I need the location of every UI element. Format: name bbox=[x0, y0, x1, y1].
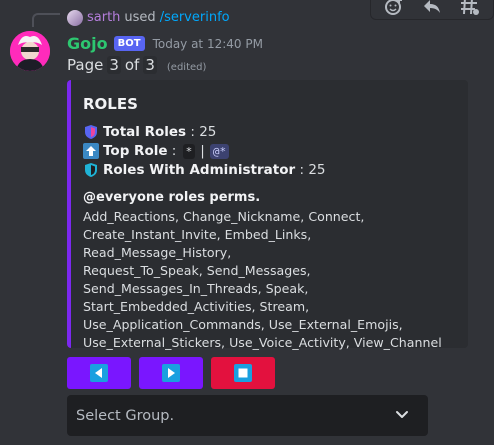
reply-icon[interactable] bbox=[420, 0, 444, 18]
top-role-mention[interactable]: @* bbox=[209, 143, 230, 159]
page-of: of bbox=[124, 56, 140, 74]
top-role-label: Top Role bbox=[103, 143, 168, 159]
previous-button[interactable] bbox=[67, 357, 131, 389]
left-arrow-icon bbox=[90, 364, 108, 382]
group-select[interactable]: Select Group. bbox=[67, 395, 428, 436]
next-button[interactable] bbox=[139, 357, 203, 389]
timestamp: Today at 12:40 PM bbox=[152, 36, 263, 51]
reply-used-text: used bbox=[124, 10, 156, 25]
admin-roles-line: Roles With Administrator : 25 bbox=[83, 162, 326, 178]
top-role-code: * bbox=[182, 143, 196, 159]
up-arrow-icon bbox=[83, 143, 99, 159]
admin-label: Roles With Administrator bbox=[103, 162, 296, 178]
total-roles-sep: : bbox=[186, 124, 200, 140]
message-view: sarth used /serverinfo Gojo BOT Today at… bbox=[0, 0, 494, 445]
edited-label: (edited) bbox=[166, 62, 207, 73]
avatar[interactable] bbox=[10, 31, 50, 71]
page-prefix: Page bbox=[67, 56, 104, 74]
add-reaction-icon[interactable] bbox=[382, 0, 406, 18]
create-thread-icon[interactable] bbox=[458, 0, 482, 18]
reply-reference[interactable]: sarth used /serverinfo bbox=[67, 10, 230, 26]
embed: ROLES Total Roles : 25 Top Role : * | @*… bbox=[67, 80, 468, 350]
message-toolbar bbox=[370, 0, 494, 20]
message-header: Gojo BOT Today at 12:40 PM bbox=[67, 34, 263, 53]
page-total: 3 bbox=[143, 56, 157, 74]
shield-icon bbox=[83, 162, 99, 178]
reply-connector bbox=[32, 13, 60, 27]
stop-icon bbox=[234, 364, 252, 382]
message-content: Page 3 of 3 (edited) bbox=[67, 56, 206, 74]
total-roles-line: Total Roles : 25 bbox=[83, 124, 216, 140]
shield-badge-icon bbox=[83, 124, 99, 140]
total-roles-value: 25 bbox=[199, 124, 217, 140]
reply-command[interactable]: /serverinfo bbox=[160, 10, 230, 26]
stop-button[interactable] bbox=[211, 357, 275, 389]
total-roles-label: Total Roles bbox=[103, 124, 187, 140]
top-role-sep: : bbox=[167, 143, 181, 159]
embed-title: ROLES bbox=[83, 95, 138, 113]
perms-list: Add_Reactions, Change_Nickname, Connect,… bbox=[83, 209, 442, 350]
reply-username[interactable]: sarth bbox=[87, 10, 120, 26]
select-placeholder: Select Group. bbox=[76, 407, 175, 424]
top-role-line: Top Role : * | @* bbox=[83, 143, 231, 159]
bot-tag: BOT bbox=[113, 36, 145, 51]
perms-title: @everyone roles perms. bbox=[83, 190, 261, 205]
top-role-pipe: | bbox=[200, 143, 205, 159]
page-current: 3 bbox=[107, 56, 121, 74]
admin-sep: : bbox=[295, 162, 309, 178]
reply-avatar[interactable] bbox=[67, 10, 83, 26]
right-arrow-icon bbox=[162, 364, 180, 382]
chevron-down-icon bbox=[394, 406, 410, 426]
username[interactable]: Gojo bbox=[67, 34, 108, 53]
admin-value: 25 bbox=[308, 162, 326, 178]
